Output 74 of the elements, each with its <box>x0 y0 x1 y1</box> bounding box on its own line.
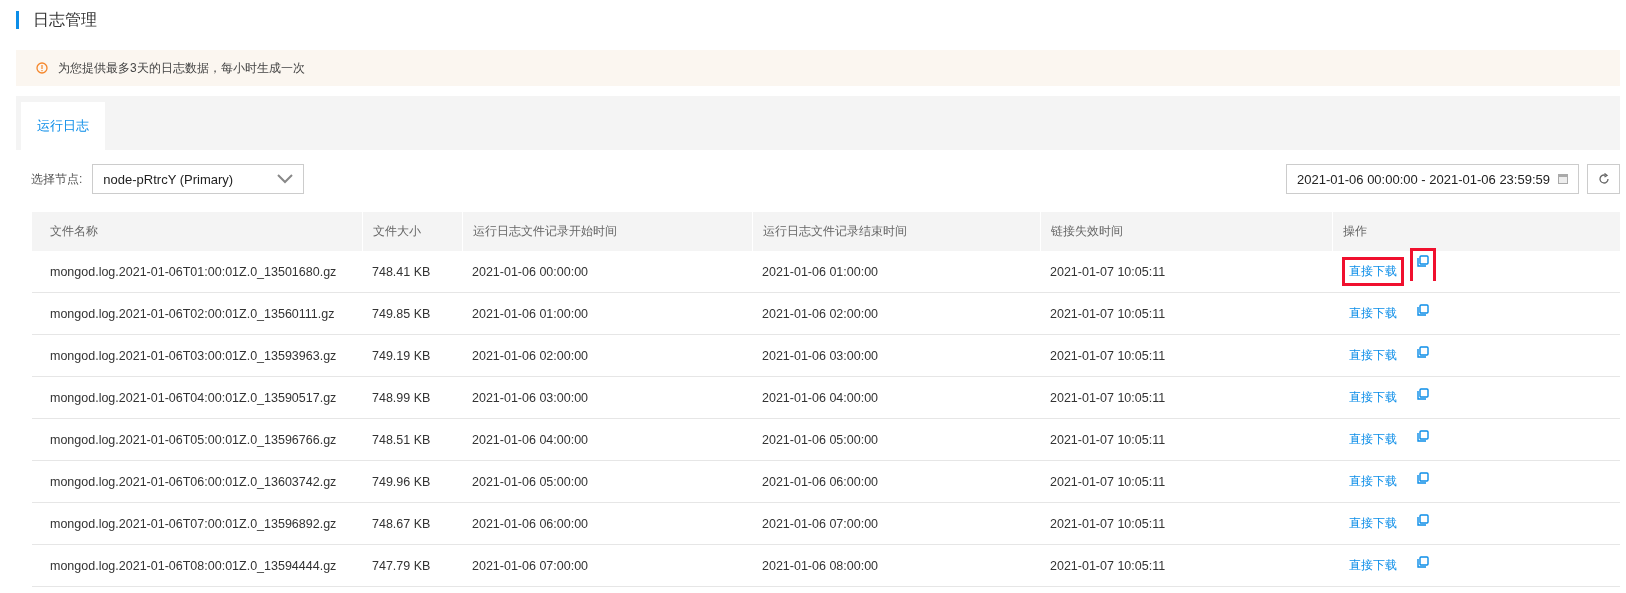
table-cell: mongod.log.2021-01-06T08:00:01Z.0_13594444.gz <box>32 545 362 587</box>
table-cell: 749.96 KB <box>362 461 462 503</box>
download-link[interactable]: 直接下载 <box>1342 425 1404 454</box>
download-link[interactable]: 直接下载 <box>1342 467 1404 496</box>
table-cell: 2021-01-06 02:00:00 <box>752 293 1040 335</box>
table-cell: 749.85 KB <box>362 293 462 335</box>
copy-icon <box>1417 346 1429 358</box>
table-cell: mongod.log.2021-01-06T04:00:01Z.0_13590517.gz <box>32 377 362 419</box>
copy-button[interactable] <box>1410 248 1436 281</box>
table-cell: mongod.log.2021-01-06T01:00:01Z.0_13501680.gz <box>32 251 362 293</box>
download-link[interactable]: 直接下载 <box>1342 383 1404 412</box>
table-cell: 2021-01-07 10:05:11 <box>1040 251 1332 293</box>
table-cell: 2021-01-07 10:05:11 <box>1040 545 1332 587</box>
table-cell: 2021-01-07 10:05:11 <box>1040 419 1332 461</box>
table-cell: 2021-01-07 10:05:11 <box>1040 461 1332 503</box>
refresh-icon <box>1597 173 1610 185</box>
tab[interactable]: 运行日志 <box>21 102 105 150</box>
table-cell: 2021-01-06 06:00:00 <box>752 461 1040 503</box>
copy-icon <box>1417 514 1429 526</box>
table-cell: 2021-01-06 04:00:00 <box>462 419 752 461</box>
download-link[interactable]: 直接下载 <box>1342 257 1404 286</box>
column-header: 运行日志文件记录开始时间 <box>462 212 752 251</box>
column-header: 链接失效时间 <box>1040 212 1332 251</box>
chevron-down-icon <box>277 174 294 184</box>
node-label: 选择节点: <box>31 170 83 188</box>
table-cell: mongod.log.2021-01-06T02:00:01Z.0_13560111.gz <box>32 293 362 335</box>
copy-icon <box>1417 388 1429 400</box>
copy-icon <box>1417 556 1429 568</box>
warning-icon <box>36 62 48 74</box>
table-cell: 2021-01-06 07:00:00 <box>462 545 752 587</box>
download-link[interactable]: 直接下载 <box>1342 551 1404 580</box>
table-cell: 2021-01-06 01:00:00 <box>462 293 752 335</box>
table-cell: 2021-01-06 01:00:00 <box>752 251 1040 293</box>
table-cell: mongod.log.2021-01-06T03:00:01Z.0_13593963.gz <box>32 335 362 377</box>
table-cell: 2021-01-06 08:00:00 <box>752 545 1040 587</box>
column-header: 操作 <box>1332 212 1620 251</box>
table-cell: 747.79 KB <box>362 545 462 587</box>
table-cell: 2021-01-07 10:05:11 <box>1040 503 1332 545</box>
download-link[interactable]: 直接下载 <box>1342 299 1404 328</box>
table-cell: 2021-01-07 10:05:11 <box>1040 377 1332 419</box>
download-link[interactable]: 直接下载 <box>1342 341 1404 370</box>
table-cell: mongod.log.2021-01-06T07:00:01Z.0_13596892.gz <box>32 503 362 545</box>
table-cell: 748.67 KB <box>362 503 462 545</box>
table-cell: 748.41 KB <box>362 251 462 293</box>
copy-icon <box>1417 430 1429 442</box>
calendar-icon <box>1558 174 1568 184</box>
copy-icon <box>1417 472 1429 484</box>
table-cell: 2021-01-06 00:00:00 <box>462 251 752 293</box>
table-cell: 2021-01-06 03:00:00 <box>462 377 752 419</box>
notice-text: 为您提供最多3天的日志数据，每小时生成一次 <box>58 59 305 77</box>
table-cell: 2021-01-06 04:00:00 <box>752 377 1040 419</box>
column-header: 文件大小 <box>362 212 462 251</box>
table-cell: mongod.log.2021-01-06T05:00:01Z.0_13596766.gz <box>32 419 362 461</box>
table-cell: mongod.log.2021-01-06T06:00:01Z.0_13603742.gz <box>32 461 362 503</box>
table-cell: 2021-01-06 03:00:00 <box>752 335 1040 377</box>
copy-icon <box>1417 255 1429 267</box>
page-title: 日志管理 <box>33 9 97 30</box>
table-cell: 749.19 KB <box>362 335 462 377</box>
table-cell: 2021-01-07 10:05:11 <box>1040 293 1332 335</box>
date-range-field[interactable]: 2021-01-06 00:00:00 - 2021-01-06 23:59:59 <box>1286 164 1579 194</box>
table-cell: 2021-01-06 05:00:00 <box>462 461 752 503</box>
refresh-button[interactable] <box>1587 164 1620 194</box>
table-cell: 748.99 KB <box>362 377 462 419</box>
download-link[interactable]: 直接下载 <box>1342 509 1404 538</box>
table-cell: 2021-01-06 07:00:00 <box>752 503 1040 545</box>
column-header: 运行日志文件记录结束时间 <box>752 212 1040 251</box>
table-cell: 2021-01-06 05:00:00 <box>752 419 1040 461</box>
copy-icon <box>1417 304 1429 316</box>
column-header: 文件名称 <box>32 212 362 251</box>
table-cell: 2021-01-06 06:00:00 <box>462 503 752 545</box>
table-cell: 748.51 KB <box>362 419 462 461</box>
table-cell: 2021-01-06 02:00:00 <box>462 335 752 377</box>
node-select[interactable]: node-pRtrcY (Primary) <box>92 164 305 194</box>
table-cell: 2021-01-07 10:05:11 <box>1040 335 1332 377</box>
